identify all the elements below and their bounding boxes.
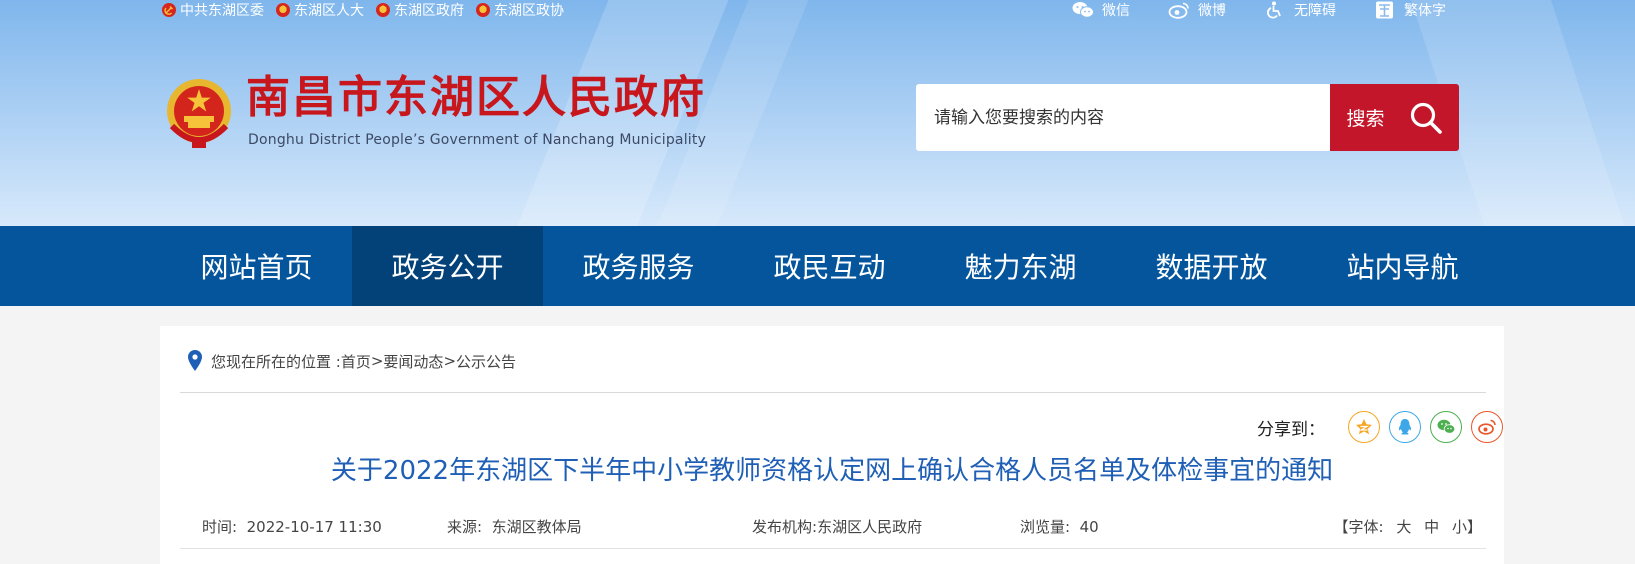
- nav-item-home[interactable]: 网站首页: [161, 226, 352, 306]
- party-emblem-icon: [162, 3, 176, 17]
- accessibility-label: 无障碍: [1294, 3, 1336, 19]
- font-size-label: 【字体:: [1333, 518, 1384, 536]
- wechat-icon: [1437, 419, 1456, 434]
- breadcrumb-prefix: 您现在所在的位置 :: [211, 352, 341, 371]
- publisher-label: 发布机构:: [752, 518, 818, 536]
- search-icon: [1410, 102, 1442, 134]
- top-link-cppcc[interactable]: 东湖区政协: [476, 0, 564, 20]
- share-weibo-button[interactable]: [1471, 411, 1503, 443]
- national-emblem-icon: [276, 3, 290, 17]
- search-button[interactable]: 搜索: [1330, 84, 1459, 151]
- font-size-small-button[interactable]: 小: [1452, 518, 1467, 536]
- breadcrumb-news[interactable]: 要闻动态: [383, 351, 443, 372]
- breadcrumb-separator: >: [443, 352, 457, 370]
- search-button-label: 搜索: [1346, 108, 1385, 130]
- nav-item-site-navigation[interactable]: 站内导航: [1307, 226, 1498, 306]
- source-label: 来源:: [447, 518, 483, 536]
- font-size-large-button[interactable]: 大: [1396, 518, 1411, 536]
- header-banner: 中共东湖区委 东湖区人大 东湖区政府 东湖区政协 微信 微博 无障碍 繁体字 南…: [0, 0, 1635, 226]
- top-link-party[interactable]: 中共东湖区委: [162, 0, 264, 20]
- share-label: 分享到：: [1257, 419, 1325, 440]
- top-link-npc[interactable]: 东湖区人大: [276, 0, 364, 20]
- breadcrumb-divider: [180, 392, 1486, 393]
- article-title: 关于2022年东湖区下半年中小学教师资格认定网上确认合格人员名单及体检事宜的通知: [330, 456, 1334, 486]
- search-input[interactable]: [916, 84, 1330, 151]
- top-link-label: 中共东湖区委: [180, 3, 264, 19]
- publish-time: 时间: 2022-10-17 11:30: [202, 516, 382, 537]
- source-value: 东湖区教体局: [491, 518, 582, 536]
- font-size-control: 【字体: 大 中 小】: [1334, 516, 1482, 537]
- top-link-label: 东湖区人大: [294, 3, 364, 19]
- share-bar: 分享到：: [1257, 410, 1503, 444]
- site-title[interactable]: 南昌市东湖区人民政府: [246, 70, 706, 126]
- main-nav-items: 网站首页 政务公开 政务服务 政民互动 魅力东湖 数据开放 站内导航: [161, 226, 1498, 306]
- qzone-icon: [1356, 419, 1372, 435]
- font-size-bracket: 】: [1466, 518, 1482, 536]
- qq-icon: [1398, 419, 1412, 435]
- top-link-label: 东湖区政府: [394, 3, 464, 19]
- weibo-icon: [1168, 2, 1189, 19]
- publisher-value: 东湖区人民政府: [817, 518, 923, 536]
- view-count: 浏览量: 40: [1020, 516, 1099, 537]
- cppcc-emblem-icon: [476, 3, 490, 17]
- traditional-chinese-label: 繁体字: [1404, 3, 1446, 19]
- publisher: 发布机构:东湖区人民政府: [752, 516, 922, 537]
- wechat-link[interactable]: 微信: [1072, 0, 1130, 20]
- meta-divider: [180, 548, 1486, 549]
- utility-links: 微信 微博 无障碍 繁体字: [1072, 0, 1446, 20]
- top-links: 中共东湖区委 东湖区人大 东湖区政府 东湖区政协: [162, 0, 564, 20]
- nav-item-open-data[interactable]: 数据开放: [1116, 226, 1307, 306]
- weibo-icon: [1478, 419, 1496, 435]
- accessibility-icon: [1267, 1, 1281, 19]
- nav-item-charm-donghu[interactable]: 魅力东湖: [925, 226, 1116, 306]
- share-qq-button[interactable]: [1389, 411, 1421, 443]
- traditional-chinese-icon: [1376, 1, 1393, 19]
- site-subtitle: Donghu District People’s Government of N…: [248, 132, 707, 148]
- national-emblem-logo[interactable]: [164, 76, 234, 150]
- article-panel: 您现在所在的位置 : 首页 > 要闻动态 > 公示公告 分享到： 关于2022年…: [160, 326, 1504, 564]
- top-link-label: 东湖区政协: [494, 3, 564, 19]
- location-pin-icon: [188, 350, 202, 371]
- breadcrumb-separator: >: [370, 352, 384, 370]
- nav-item-government-affairs[interactable]: 政务公开: [352, 226, 543, 306]
- wechat-label: 微信: [1102, 3, 1130, 19]
- national-emblem-icon: [376, 3, 390, 17]
- publish-time-label: 时间:: [202, 518, 238, 536]
- publish-time-value: 2022-10-17 11:30: [246, 518, 382, 536]
- weibo-link[interactable]: 微博: [1168, 0, 1226, 20]
- weibo-label: 微博: [1198, 3, 1226, 19]
- nav-item-government-services[interactable]: 政务服务: [543, 226, 734, 306]
- traditional-chinese-link[interactable]: 繁体字: [1374, 0, 1446, 20]
- view-count-label: 浏览量:: [1020, 518, 1071, 536]
- breadcrumb: 您现在所在的位置 : 首页 > 要闻动态 > 公示公告: [187, 346, 516, 376]
- breadcrumb-home[interactable]: 首页: [341, 351, 371, 372]
- wechat-icon: [1072, 2, 1094, 18]
- font-size-medium-button[interactable]: 中: [1424, 518, 1439, 536]
- top-link-government[interactable]: 东湖区政府: [376, 0, 464, 20]
- source: 来源: 东湖区教体局: [447, 516, 582, 537]
- main-nav: 网站首页 政务公开 政务服务 政民互动 魅力东湖 数据开放 站内导航: [0, 226, 1635, 306]
- nav-item-public-interaction[interactable]: 政民互动: [734, 226, 925, 306]
- share-qzone-button[interactable]: [1348, 411, 1380, 443]
- search-bar: 搜索: [916, 84, 1459, 151]
- article-meta: 时间: 2022-10-17 11:30 来源: 东湖区教体局 发布机构:东湖区…: [202, 516, 1482, 542]
- breadcrumb-announcements[interactable]: 公示公告: [456, 351, 516, 372]
- accessibility-link[interactable]: 无障碍: [1264, 0, 1336, 20]
- share-wechat-button[interactable]: [1430, 411, 1462, 443]
- view-count-value: 40: [1079, 518, 1099, 536]
